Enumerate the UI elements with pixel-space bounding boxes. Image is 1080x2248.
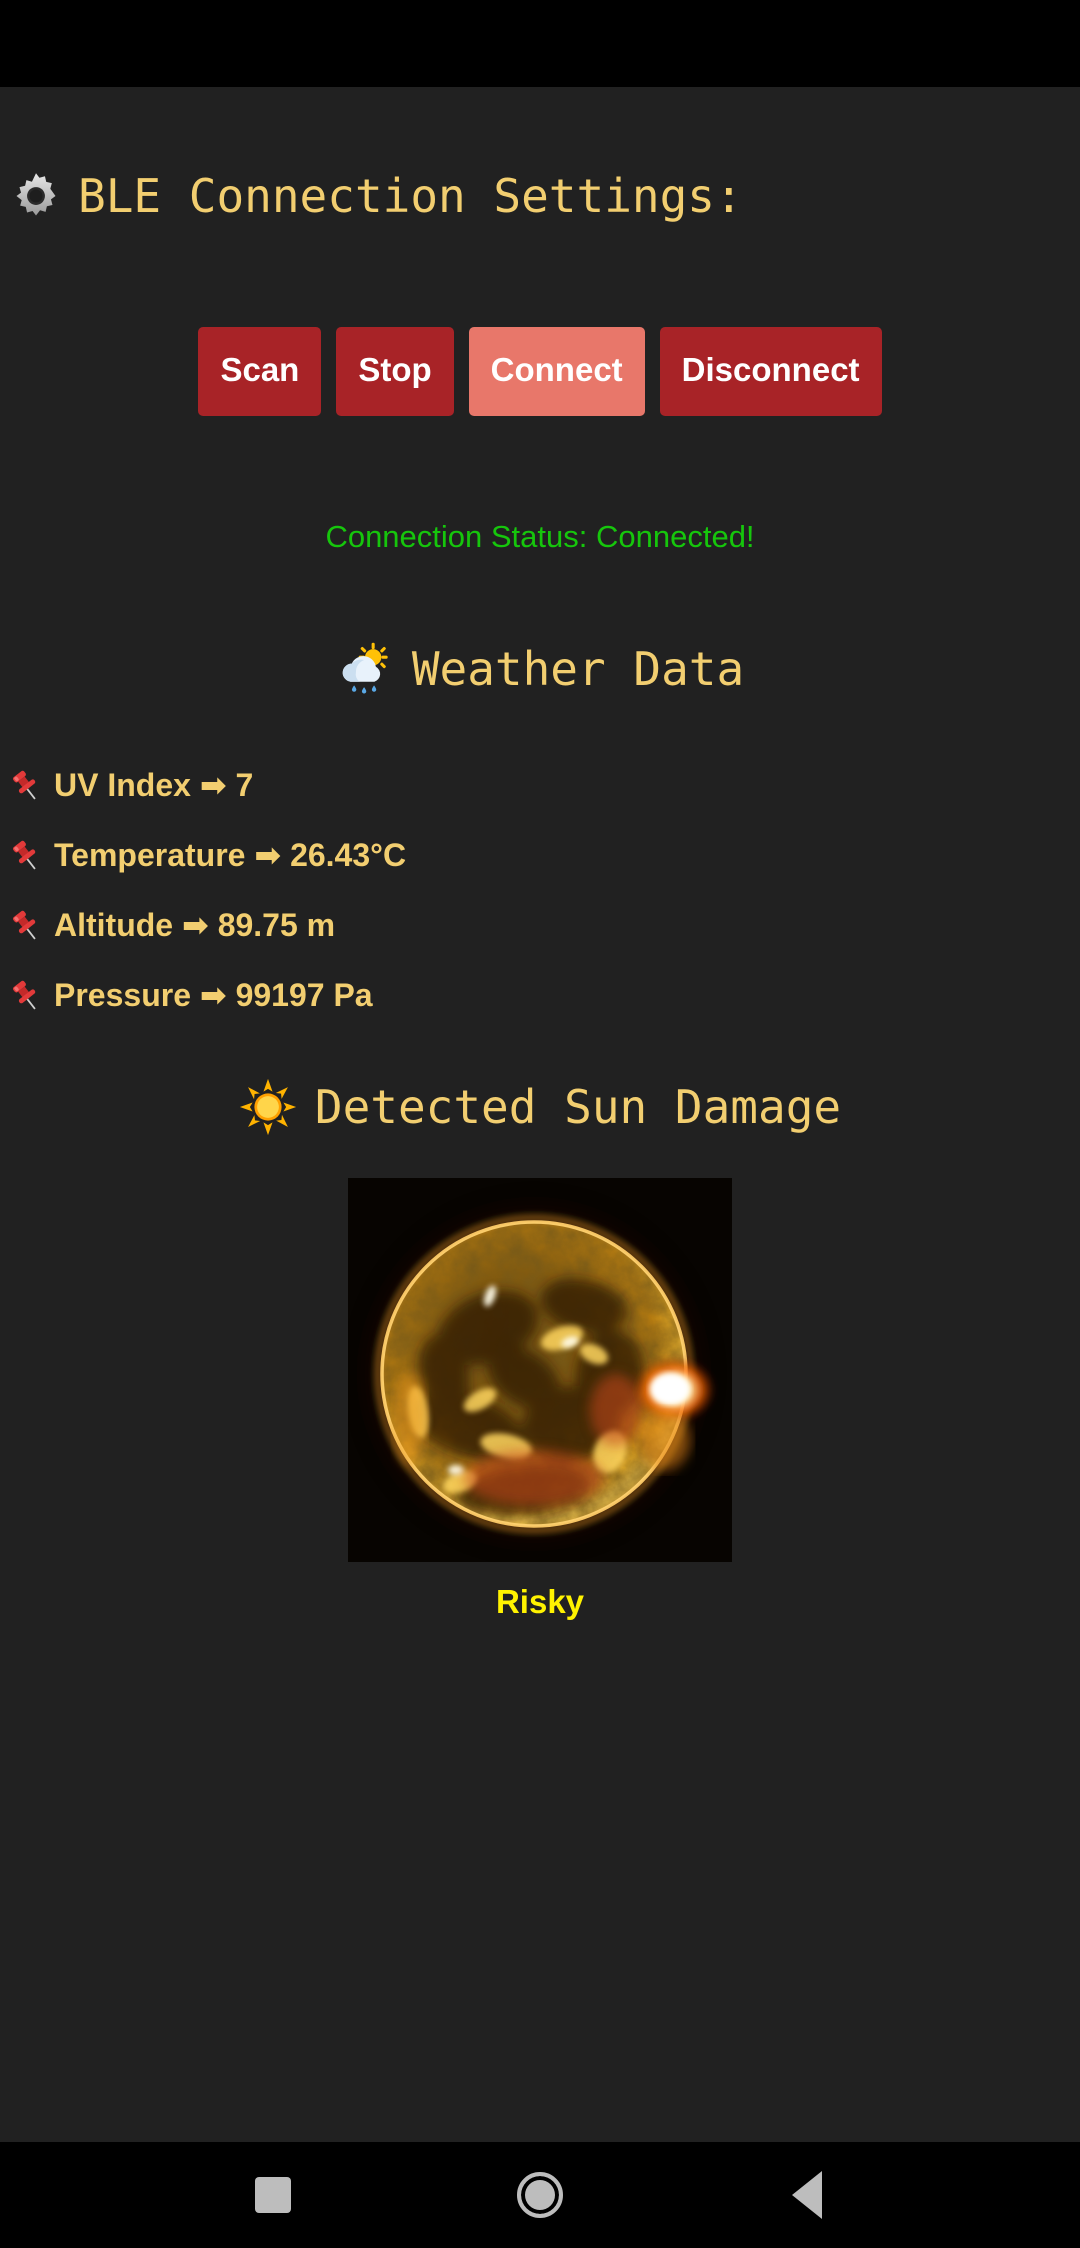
sun-image-container <box>0 1178 1080 1562</box>
android-navigation-bar <box>0 2142 1080 2248</box>
back-button[interactable] <box>772 2160 842 2230</box>
arrow-icon: ➡ <box>200 766 227 804</box>
sun-photo <box>348 1178 732 1562</box>
app-content: BLE Connection Settings: Scan Stop Conne… <box>0 87 1080 2142</box>
arrow-icon: ➡ <box>254 836 281 874</box>
list-item: Pressure ➡ 99197 Pa <box>4 970 1080 1019</box>
page-title: BLE Connection Settings: <box>78 169 743 223</box>
arrow-icon: ➡ <box>200 976 227 1014</box>
recents-button[interactable] <box>238 2160 308 2230</box>
list-item: Temperature ➡ 26.43°C <box>4 830 1080 879</box>
pushpin-icon <box>4 973 48 1017</box>
risk-status-label: Risky <box>0 1583 1080 1621</box>
phone-screen: BLE Connection Settings: Scan Stop Conne… <box>0 0 1080 2248</box>
pushpin-icon <box>4 763 48 807</box>
list-item: Altitude ➡ 89.75 m <box>4 900 1080 949</box>
uv-index-row-text: UV Index ➡ 7 <box>54 766 253 804</box>
list-item: UV Index ➡ 7 <box>4 760 1080 809</box>
arrow-icon: ➡ <box>182 906 209 944</box>
connect-button[interactable]: Connect <box>469 327 645 416</box>
sun-damage-section-header: Detected Sun Damage <box>0 1078 1080 1136</box>
pushpin-icon <box>4 833 48 877</box>
gear-icon <box>10 170 62 222</box>
weather-heading-text: Weather Data <box>412 642 744 696</box>
glowing-sun-icon <box>239 1078 297 1136</box>
ble-button-row: Scan Stop Connect Disconnect <box>0 327 1080 416</box>
sun-damage-heading-text: Detected Sun Damage <box>315 1080 841 1134</box>
altitude-row-text: Altitude ➡ 89.75 m <box>54 906 335 944</box>
pushpin-icon <box>4 903 48 947</box>
page-header: BLE Connection Settings: <box>0 169 1080 223</box>
home-circle-icon <box>517 2172 563 2218</box>
weather-section-header: Weather Data <box>0 640 1080 698</box>
stop-button[interactable]: Stop <box>336 327 453 416</box>
status-bar <box>0 0 1080 87</box>
connection-status-text: Connection Status: Connected! <box>0 519 1080 555</box>
back-triangle-icon <box>792 2171 822 2219</box>
disconnect-button[interactable]: Disconnect <box>660 327 882 416</box>
weather-data-list: UV Index ➡ 7 Temperature ➡ 26.43°C <box>0 760 1080 1019</box>
scan-button[interactable]: Scan <box>198 327 321 416</box>
pressure-row-text: Pressure ➡ 99197 Pa <box>54 976 373 1014</box>
home-button[interactable] <box>505 2160 575 2230</box>
recents-square-icon <box>255 2177 291 2213</box>
sun-behind-rain-cloud-icon <box>336 640 394 698</box>
temperature-row-text: Temperature ➡ 26.43°C <box>54 836 406 874</box>
